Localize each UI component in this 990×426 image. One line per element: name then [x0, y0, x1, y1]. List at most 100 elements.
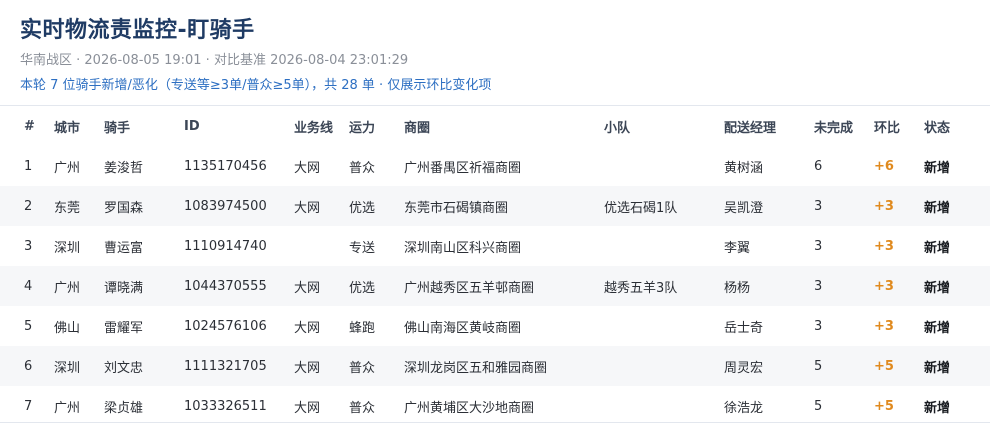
table-row[interactable]: 4 广州 谭晓满 1044370555 大网 优选 广州越秀区五羊邨商圈 越秀五羊3队 杨杨 3 +… — [0, 266, 990, 306]
cell-col-manager: 吴凯澄 — [724, 200, 764, 216]
cell-col-capacity: 普众 — [349, 360, 376, 376]
cell-col-manager: 岳士奇 — [724, 320, 764, 336]
cell-col-delta: +5 — [874, 358, 894, 374]
header-col-delta: 环比 — [874, 120, 901, 136]
cell-col-area: 广州黄埔区大沙地商圈 — [404, 400, 535, 416]
cell-col-id: 1083974500 — [184, 198, 267, 214]
cell-col-delta: +3 — [874, 318, 894, 334]
cell-col-area: 深圳南山区科兴商圈 — [404, 240, 522, 256]
table-row[interactable]: 6 深圳 刘文忠 1111321705 大网 普众 深圳龙岗区五和雅园商圈 周灵宏 5 +5 新增 — [0, 346, 990, 386]
header-col-business-line: 业务线 — [294, 120, 334, 136]
header-col-city: 城市 — [54, 120, 81, 136]
cell-col-id: 1135170456 — [184, 158, 267, 174]
cell-col-index: 2 — [24, 198, 33, 214]
cell-col-index: 4 — [24, 278, 33, 294]
cell-col-id: 1110914740 — [184, 238, 267, 254]
cell-col-delta: +5 — [874, 398, 894, 414]
cell-col-status: 新增 — [924, 360, 951, 376]
cell-col-city: 深圳 — [54, 240, 81, 256]
cell-col-city: 广州 — [54, 280, 81, 296]
header-col-id: ID — [184, 118, 200, 134]
rider-table: # 城市 骑手 ID 业务线 运力 商圈 小队 配送经理 未完成 环比 状态 1 广州 姜浚哲 113517… — [0, 106, 990, 426]
header-col-team: 小队 — [604, 120, 631, 136]
cell-col-area: 东莞市石碣镇商圈 — [404, 200, 509, 216]
table-row[interactable]: 2 东莞 罗国森 1083974500 大网 优选 东莞市石碣镇商圈 优选石碣1队 吴凯澄 3 +3… — [0, 186, 990, 226]
cell-col-city: 广州 — [54, 160, 81, 176]
cell-col-rider: 梁贞雄 — [104, 400, 144, 416]
cell-col-manager: 黄树涵 — [724, 160, 764, 176]
cell-col-manager: 李翼 — [724, 240, 751, 256]
cell-col-undone: 6 — [814, 158, 823, 174]
page-notice: 本轮 7 位骑手新增/恶化（专送等≥3单/普众≥5单），共 28 单 · 仅展示… — [20, 78, 492, 93]
cell-col-id: 1044370555 — [184, 278, 267, 294]
cell-col-delta: +3 — [874, 238, 894, 254]
cell-col-business-line: 大网 — [294, 400, 321, 416]
cell-col-undone: 3 — [814, 198, 823, 214]
cell-col-area: 广州越秀区五羊邨商圈 — [404, 280, 535, 296]
cell-col-capacity: 优选 — [349, 280, 376, 296]
cell-col-team — [604, 146, 724, 186]
cell-col-status: 新增 — [924, 200, 951, 216]
cell-col-area: 佛山南海区黄岐商圈 — [404, 320, 522, 336]
cell-col-area: 广州番禺区祈福商圈 — [404, 160, 522, 176]
header-col-area: 商圈 — [404, 120, 431, 136]
cell-col-status: 新增 — [924, 320, 951, 336]
cell-col-business-line: 大网 — [294, 320, 321, 336]
cell-col-capacity: 普众 — [349, 400, 376, 416]
cell-col-index: 5 — [24, 318, 33, 334]
cell-col-status: 新增 — [924, 400, 951, 416]
cell-col-capacity: 优选 — [349, 200, 376, 216]
cell-col-city: 广州 — [54, 400, 81, 416]
cell-col-team: 优选石碣1队 — [604, 200, 678, 216]
cell-col-area: 深圳龙岗区五和雅园商圈 — [404, 360, 548, 376]
cell-col-rider: 刘文忠 — [104, 360, 144, 376]
cell-col-business-line: 大网 — [294, 160, 321, 176]
table-header-row: # 城市 骑手 ID 业务线 运力 商圈 小队 配送经理 未完成 环比 状态 — [0, 106, 990, 146]
table-bottom-divider — [0, 422, 990, 423]
cell-col-id: 1033326511 — [184, 398, 267, 414]
cell-col-team — [604, 306, 724, 346]
table-row[interactable]: 5 佛山 雷耀军 1024576106 大网 蜂跑 佛山南海区黄岐商圈 岳士奇 3 +3 新增 — [0, 306, 990, 346]
cell-col-city: 佛山 — [54, 320, 81, 336]
header-col-status: 状态 — [924, 120, 951, 136]
table-row[interactable]: 7 广州 梁贞雄 1033326511 大网 普众 广州黄埔区大沙地商圈 徐浩龙 5 +5 新增 — [0, 386, 990, 426]
cell-col-id: 1111321705 — [184, 358, 267, 374]
cell-col-index: 6 — [24, 358, 33, 374]
cell-col-rider: 谭晓满 — [104, 280, 144, 296]
cell-col-capacity: 蜂跑 — [349, 320, 376, 336]
page-title: 实时物流责监控-盯骑手 — [20, 18, 255, 43]
cell-col-status: 新增 — [924, 280, 951, 296]
cell-col-business-line: 大网 — [294, 200, 321, 216]
cell-col-status: 新增 — [924, 160, 951, 176]
cell-col-rider: 雷耀军 — [104, 320, 144, 336]
cell-col-business-line: 大网 — [294, 280, 321, 296]
cell-col-undone: 3 — [814, 278, 823, 294]
page-meta: 华南战区 · 2026-08-05 19:01 · 对比基准 2026-08-0… — [20, 53, 409, 68]
cell-col-team — [604, 346, 724, 386]
cell-col-capacity: 专送 — [349, 240, 376, 256]
cell-col-undone: 5 — [814, 398, 823, 414]
header-col-manager: 配送经理 — [724, 120, 777, 136]
header-col-index: # — [24, 118, 35, 134]
cell-col-undone: 5 — [814, 358, 823, 374]
table-row[interactable]: 3 深圳 曹运富 1110914740 专送 深圳南山区科兴商圈 李翼 3 +3 新增 — [0, 226, 990, 266]
cell-col-manager: 周灵宏 — [724, 360, 764, 376]
cell-col-business-line: 大网 — [294, 360, 321, 376]
cell-col-capacity: 普众 — [349, 160, 376, 176]
header: 实时物流责监控-盯骑手 华南战区 · 2026-08-05 19:01 · 对比… — [0, 0, 990, 106]
cell-col-undone: 3 — [814, 238, 823, 254]
cell-col-undone: 3 — [814, 318, 823, 334]
header-col-undone: 未完成 — [814, 120, 854, 136]
cell-col-team — [604, 226, 724, 266]
cell-col-delta: +3 — [874, 198, 894, 214]
header-col-capacity: 运力 — [349, 120, 376, 136]
cell-col-manager: 徐浩龙 — [724, 400, 764, 416]
cell-col-delta: +3 — [874, 278, 894, 294]
cell-col-id: 1024576106 — [184, 318, 267, 334]
cell-col-index: 7 — [24, 398, 33, 414]
cell-col-rider: 姜浚哲 — [104, 160, 144, 176]
cell-col-city: 深圳 — [54, 360, 81, 376]
cell-col-rider: 曹运富 — [104, 240, 144, 256]
cell-col-team: 越秀五羊3队 — [604, 280, 678, 296]
table-row[interactable]: 1 广州 姜浚哲 1135170456 大网 普众 广州番禺区祈福商圈 黄树涵 6 +6 新增 — [0, 146, 990, 186]
